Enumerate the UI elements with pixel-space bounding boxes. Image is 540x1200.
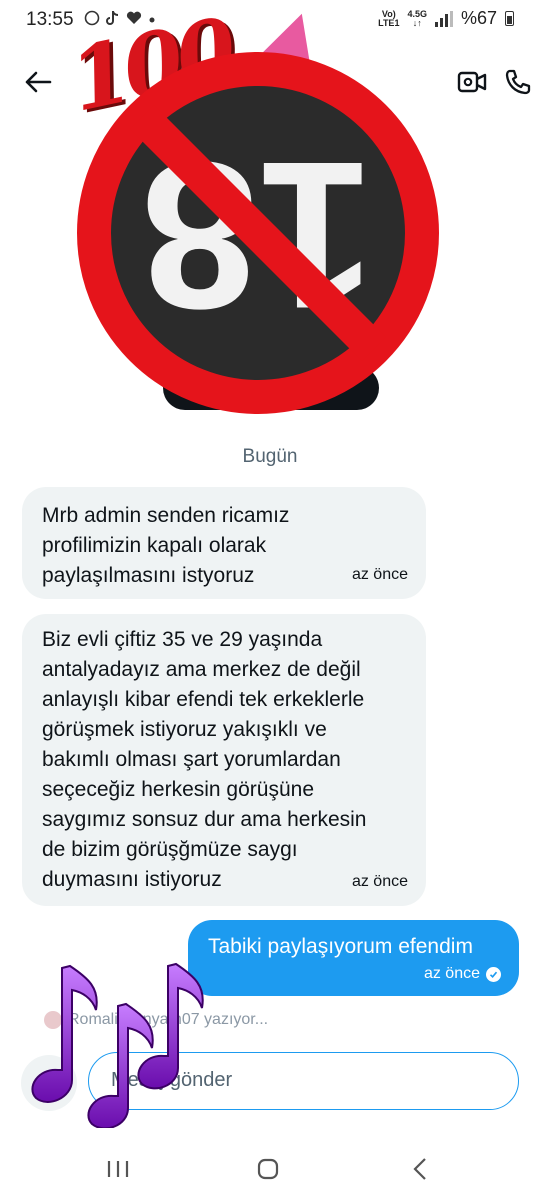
battery-text: %67	[460, 8, 497, 28]
music-notes-sticker	[31, 962, 204, 1128]
message-line: de bizim görüşğmüze saygı	[42, 838, 298, 861]
phone-icon[interactable]	[498, 62, 538, 102]
status-time: 13:55	[26, 9, 74, 30]
message-line: saygımız sonsuz dur ama herkesin	[42, 808, 367, 831]
date-separator: Bugün	[242, 446, 298, 467]
message-time: az önce	[424, 966, 501, 982]
message-line: Tabiki paylaşıyorum efendim	[208, 935, 473, 958]
no-18-prohibition-icon: 18	[77, 52, 439, 414]
outgoing-message[interactable]: Tabiki paylaşıyorum efendim az önce	[188, 920, 519, 996]
incoming-message[interactable]: Biz evli çiftiz 35 ve 29 yaşında antalya…	[22, 614, 426, 906]
message-time: az önce	[351, 873, 408, 890]
message-line: profilimizin kapalı olarak	[42, 534, 267, 557]
video-camera-icon[interactable]	[452, 62, 492, 102]
home-icon[interactable]	[248, 1152, 288, 1186]
signal-icon	[434, 10, 453, 27]
arrow-left-icon[interactable]	[18, 62, 58, 102]
message-line: antalyadayız ama merkez de değil	[42, 658, 361, 681]
message-line: görüşmek istiyoruz yakışıklı ve	[42, 718, 327, 741]
battery-icon	[505, 11, 514, 26]
check-circle-icon	[486, 966, 501, 982]
incoming-message[interactable]: Mrb admin senden ricamız profilimizin ka…	[22, 487, 426, 599]
network-label: Vo) LTE1	[378, 8, 400, 28]
network-type: 4.5G ↓↑	[407, 8, 427, 28]
message-line: seçeceğiz herkesin görüşüne	[42, 778, 314, 801]
message-line: Biz evli çiftiz 35 ve 29 yaşında	[42, 628, 323, 651]
chat-bubble-icon	[84, 10, 100, 26]
status-right: Vo) LTE1 4.5G ↓↑ %67	[378, 8, 514, 29]
message-time: az önce	[351, 566, 408, 583]
system-nav-bar	[0, 1138, 540, 1200]
message-line: bakımlı olması şart yorumlardan	[42, 748, 341, 771]
message-line: anlayışlı kibar efendi tek erkeklerle	[42, 688, 365, 711]
recents-icon[interactable]	[98, 1152, 138, 1186]
message-line: Mrb admin senden ricamız	[42, 504, 290, 527]
nav-back-icon[interactable]	[400, 1152, 440, 1186]
